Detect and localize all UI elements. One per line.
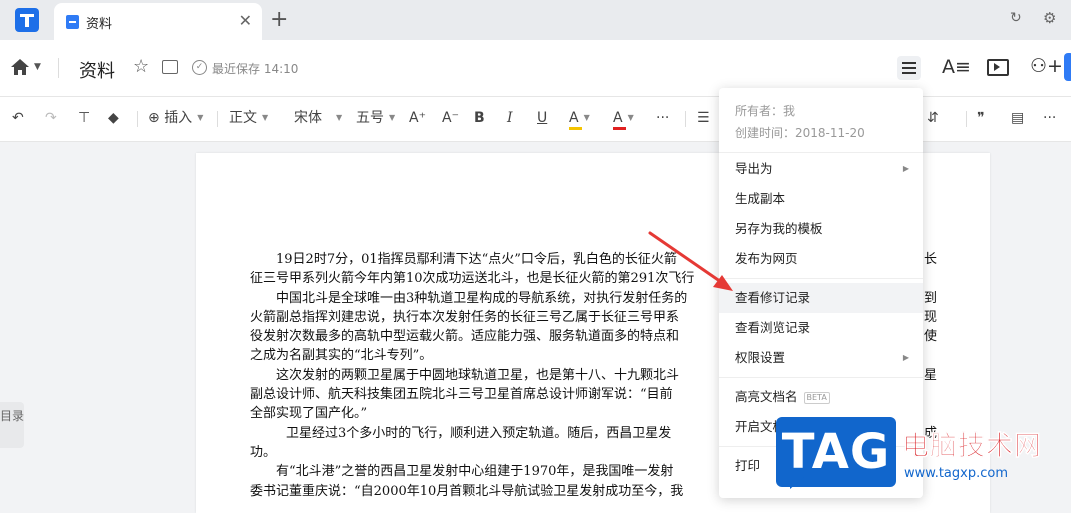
menu-item-copy[interactable]: 生成副本 xyxy=(719,184,923,214)
chevron-right-icon: ▶ xyxy=(902,164,909,173)
increase-font-icon[interactable]: A⁺ xyxy=(409,109,426,127)
watermark-url: www.tagxp.com xyxy=(904,466,1008,481)
quote-icon[interactable]: ❞ xyxy=(977,109,985,127)
menu-item-label: 查看浏览记录 xyxy=(735,320,811,335)
divider xyxy=(58,58,59,78)
beta-badge: BETA xyxy=(803,392,830,404)
font-family-select[interactable]: 宋体 ▼ xyxy=(294,109,342,127)
eraser-icon[interactable]: ◆ xyxy=(108,109,119,127)
italic-icon[interactable]: I xyxy=(507,109,513,127)
more-options-icon[interactable]: ··· xyxy=(656,109,669,127)
refresh-icon[interactable]: ↻ xyxy=(1010,10,1022,26)
highlight-color-bar xyxy=(569,127,582,130)
edge-char: 现 xyxy=(924,309,938,325)
document-right-edge: 长 到 现 使 星 成 xyxy=(924,250,937,443)
more-menu-button[interactable] xyxy=(897,56,921,80)
close-tab-icon[interactable]: ✕ xyxy=(239,11,252,31)
menu-item-label: 查看修订记录 xyxy=(735,290,811,305)
font-size-select[interactable]: 五号 ▼ xyxy=(356,109,395,127)
menu-item-export[interactable]: 导出为 ▶ xyxy=(719,154,923,184)
star-icon[interactable]: ☆ xyxy=(133,56,149,77)
font-color-icon: A xyxy=(613,110,623,126)
undo-icon[interactable]: ↶ xyxy=(12,109,24,127)
bold-icon[interactable]: B xyxy=(474,109,485,127)
insert-icon: ⊕ xyxy=(148,110,160,126)
divider xyxy=(966,111,967,127)
menu-divider xyxy=(719,377,923,378)
add-collaborator-icon[interactable]: ⚇+ xyxy=(1030,55,1063,77)
share-button[interactable] xyxy=(1064,53,1071,81)
decrease-font-icon[interactable]: A⁻ xyxy=(442,109,459,127)
font-color-button[interactable]: A ▼ xyxy=(613,109,634,130)
created-info: 创建时间：2018-11-20 xyxy=(735,126,865,140)
edge-char xyxy=(924,269,937,288)
edge-char: 到 xyxy=(924,290,938,306)
menu-divider xyxy=(719,278,923,279)
settings-gear-icon[interactable]: ⚙ xyxy=(1043,9,1056,27)
edge-char xyxy=(924,385,937,404)
menu-item-revision-history[interactable]: 查看修订记录 xyxy=(719,283,923,313)
edge-char: 长 xyxy=(924,252,938,267)
presentation-icon[interactable] xyxy=(987,59,1009,76)
menu-item-label: 另存为我的模板 xyxy=(735,221,823,236)
menu-divider xyxy=(719,152,923,153)
menu-item-label: 权限设置 xyxy=(735,350,786,365)
divider xyxy=(137,111,138,127)
new-tab-button[interactable]: + xyxy=(270,6,288,34)
paragraph-style-select[interactable]: 正文 ▼ xyxy=(229,109,268,127)
document-icon xyxy=(66,15,79,29)
menu-item-label: 导出为 xyxy=(735,161,773,176)
app-logo-icon[interactable] xyxy=(15,8,39,32)
menu-item-publish-web[interactable]: 发布为网页 xyxy=(719,244,923,274)
text-format-icon[interactable]: A≡ xyxy=(942,56,971,78)
layout-icon[interactable]: ▤ xyxy=(1011,109,1024,127)
highlight-color-button[interactable]: A ▼ xyxy=(569,109,590,130)
move-to-folder-icon[interactable] xyxy=(162,60,178,74)
menu-item-label: 发布为网页 xyxy=(735,251,798,266)
menu-item-highlight-title[interactable]: 高亮文档名 BETA xyxy=(719,382,923,412)
insert-label: 插入 xyxy=(164,110,193,126)
edge-char: 使 xyxy=(924,329,938,345)
menu-item-view-history[interactable]: 查看浏览记录 xyxy=(719,313,923,343)
menu-item-label: 高亮文档名 xyxy=(735,389,798,404)
menu-item-label: 打印 xyxy=(735,458,761,473)
font-color-bar xyxy=(613,127,626,130)
tab-bar: 资料 ✕ + ↻ ⚙ xyxy=(0,0,1071,40)
save-status-icon: ✓ xyxy=(192,60,207,75)
menu-item-permissions[interactable]: 权限设置 ▶ xyxy=(719,343,923,373)
bullet-list-icon[interactable]: ☰ xyxy=(697,109,710,127)
divider xyxy=(685,111,686,127)
home-icon[interactable] xyxy=(10,58,30,80)
save-status: 最近保存 14:10 xyxy=(212,62,299,76)
tab-document[interactable]: 资料 ✕ xyxy=(54,3,262,40)
font-size-value: 五号 xyxy=(356,110,384,126)
edge-char xyxy=(924,404,937,423)
font-family-value: 宋体 xyxy=(294,110,322,126)
outline-toggle[interactable]: 目录 xyxy=(0,402,24,448)
format-painter-icon[interactable]: ⊤ xyxy=(78,109,90,127)
chevron-right-icon: ▶ xyxy=(902,353,909,362)
underline-icon[interactable]: U xyxy=(537,109,547,127)
chevron-down-icon[interactable]: ▼ xyxy=(34,62,41,72)
more-options-icon[interactable]: ··· xyxy=(1043,109,1056,127)
redo-icon[interactable]: ↷ xyxy=(45,109,57,127)
highlight-icon: A xyxy=(569,110,579,126)
page-title[interactable]: 资料 xyxy=(79,57,115,83)
edge-char xyxy=(924,346,937,365)
watermark-title: 电脑技术网 xyxy=(902,431,1042,463)
tab-title: 资料 xyxy=(86,17,113,32)
owner-info: 所有者：我 xyxy=(735,104,796,118)
menu-item-save-template[interactable]: 另存为我的模板 xyxy=(719,214,923,244)
paragraph-style-value: 正文 xyxy=(229,110,257,126)
insert-button[interactable]: ⊕ 插入 ▼ xyxy=(148,109,203,127)
divider xyxy=(217,111,218,127)
menu-item-label: 生成副本 xyxy=(735,191,786,206)
watermark-logo: TAG xyxy=(776,417,896,489)
edge-char: 星 xyxy=(924,367,938,383)
line-spacing-icon[interactable]: ⇵ xyxy=(927,109,939,127)
